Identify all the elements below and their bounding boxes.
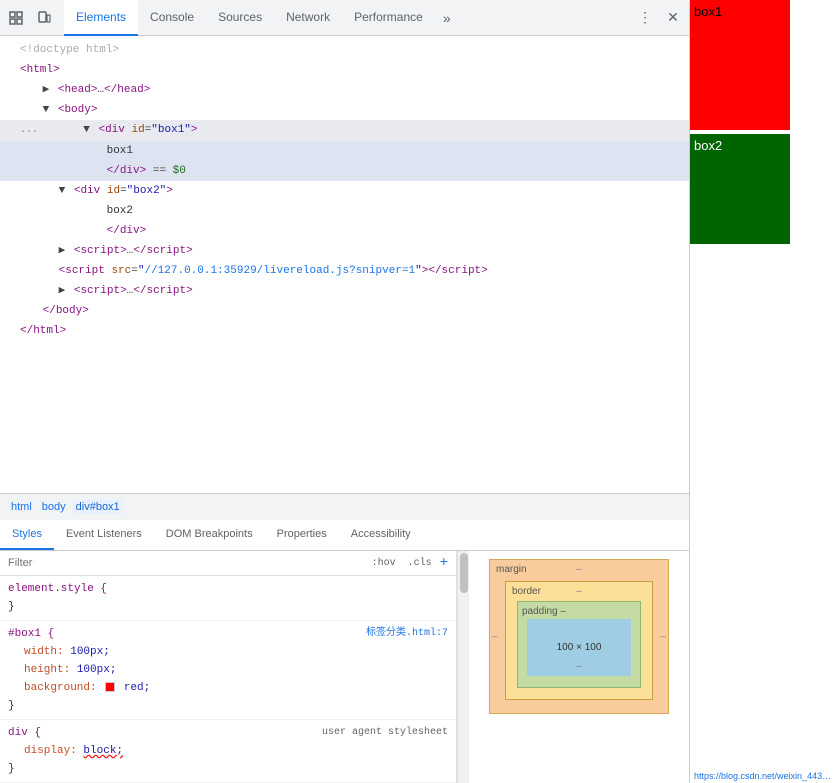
dom-line-doctype[interactable]: <!doctype html>	[0, 40, 689, 60]
breadcrumb-body[interactable]: body	[39, 500, 69, 514]
devtools-panel: Elements Console Sources Network Perform…	[0, 0, 690, 783]
more-tabs-button[interactable]: »	[435, 10, 459, 26]
hov-button[interactable]: :hov	[368, 556, 400, 571]
styles-panel: :hov .cls + element.style { } 标签分类.html:…	[0, 551, 689, 783]
dom-line-div-close-box1[interactable]: </div> == $0	[0, 161, 689, 181]
dom-line-head[interactable]: <head>…</head>	[0, 80, 689, 100]
webpage-panel: box1 box2 https://blog.csdn.net/weixin_4…	[690, 0, 840, 783]
box1-arrow[interactable]	[83, 124, 90, 136]
box-model-panel: margin – border – padding – – –	[469, 551, 689, 783]
dom-line-div-box2-open[interactable]: <div id="box2">	[0, 181, 689, 201]
tab-network[interactable]: Network	[274, 0, 342, 36]
breadcrumb: html body div#box1	[0, 493, 689, 520]
bottom-tab-bar: Styles Event Listeners DOM Breakpoints P…	[0, 520, 689, 551]
tab-performance[interactable]: Performance	[342, 0, 435, 36]
box-model-diagram: margin – border – padding – – –	[489, 559, 669, 714]
tab-console[interactable]: Console	[138, 0, 206, 36]
dom-line-script1[interactable]: <script>…</script>	[0, 241, 689, 261]
tab-bar: Elements Console Sources Network Perform…	[0, 0, 689, 36]
webpage-box2-label: box2	[694, 138, 722, 153]
tab-dom-breakpoints[interactable]: DOM Breakpoints	[154, 520, 265, 550]
dom-line-script2[interactable]: <script src="//127.0.0.1:35929/livereloa…	[0, 261, 689, 281]
dom-line-box2-text[interactable]: box2	[0, 201, 689, 221]
device-toolbar-icon[interactable]	[32, 6, 56, 30]
tab-accessibility[interactable]: Accessibility	[339, 520, 423, 550]
dom-line-script3[interactable]: <script>…</script>	[0, 281, 689, 301]
webpage-box2: box2	[690, 134, 790, 244]
styles-scrollbar[interactable]	[457, 551, 469, 783]
filter-input[interactable]	[8, 557, 364, 569]
head-arrow[interactable]	[43, 84, 50, 96]
tab-sources[interactable]: Sources	[206, 0, 274, 36]
cls-button[interactable]: .cls	[404, 556, 436, 571]
dom-panel-bottom: html body div#box1 Styles Event Listener…	[0, 493, 689, 783]
dom-line-div-close-box2[interactable]: </div>	[0, 221, 689, 241]
webpage-url: https://blog.csdn.net/weixin_44365862	[690, 769, 840, 783]
breadcrumb-div-box1[interactable]: div#box1	[73, 500, 123, 514]
webpage-box1-label: box1	[694, 4, 722, 19]
styles-left: :hov .cls + element.style { } 标签分类.html:…	[0, 551, 457, 783]
dom-line-body-open[interactable]: <body>	[0, 100, 689, 120]
tab-styles[interactable]: Styles	[0, 520, 54, 550]
inspect-icon[interactable]	[4, 6, 28, 30]
color-swatch-red[interactable]	[105, 682, 115, 692]
script1-arrow[interactable]	[59, 245, 66, 257]
body-arrow[interactable]	[43, 104, 50, 116]
tab-bar-icons	[4, 6, 56, 30]
source-link-box1[interactable]: 标签分类.html:7	[366, 628, 448, 639]
dom-line-body-close[interactable]: </body>	[0, 301, 689, 321]
style-block-div: user agent stylesheet div { display: blo…	[0, 720, 456, 783]
dom-line-div-box1[interactable]: ... <div id="box1">	[0, 120, 689, 141]
style-block-element: element.style { }	[0, 576, 456, 621]
scrollbar-thumb[interactable]	[460, 553, 468, 593]
dom-line-html[interactable]: <html>	[0, 60, 689, 80]
dom-line-html-close[interactable]: </html>	[0, 321, 689, 341]
dom-line-box1-text[interactable]: box1	[0, 141, 689, 161]
add-style-button[interactable]: +	[440, 555, 448, 571]
dom-panel[interactable]: <!doctype html> <html> <head>…</head> <b…	[0, 36, 689, 493]
close-devtools-button[interactable]: ✕	[661, 6, 685, 30]
tab-bar-actions: ⋮ ✕	[633, 6, 685, 30]
filter-bar: :hov .cls +	[0, 551, 456, 576]
tab-elements[interactable]: Elements	[64, 0, 138, 36]
settings-icon[interactable]: ⋮	[633, 6, 657, 30]
tab-event-listeners[interactable]: Event Listeners	[54, 520, 154, 550]
tab-properties[interactable]: Properties	[265, 520, 339, 550]
breadcrumb-html[interactable]: html	[8, 500, 35, 514]
script3-arrow[interactable]	[59, 285, 66, 297]
box2-arrow[interactable]	[59, 185, 66, 197]
webpage-box1: box1	[690, 0, 790, 130]
style-block-box1: 标签分类.html:7 #box1 { width: 100px; height…	[0, 621, 456, 720]
